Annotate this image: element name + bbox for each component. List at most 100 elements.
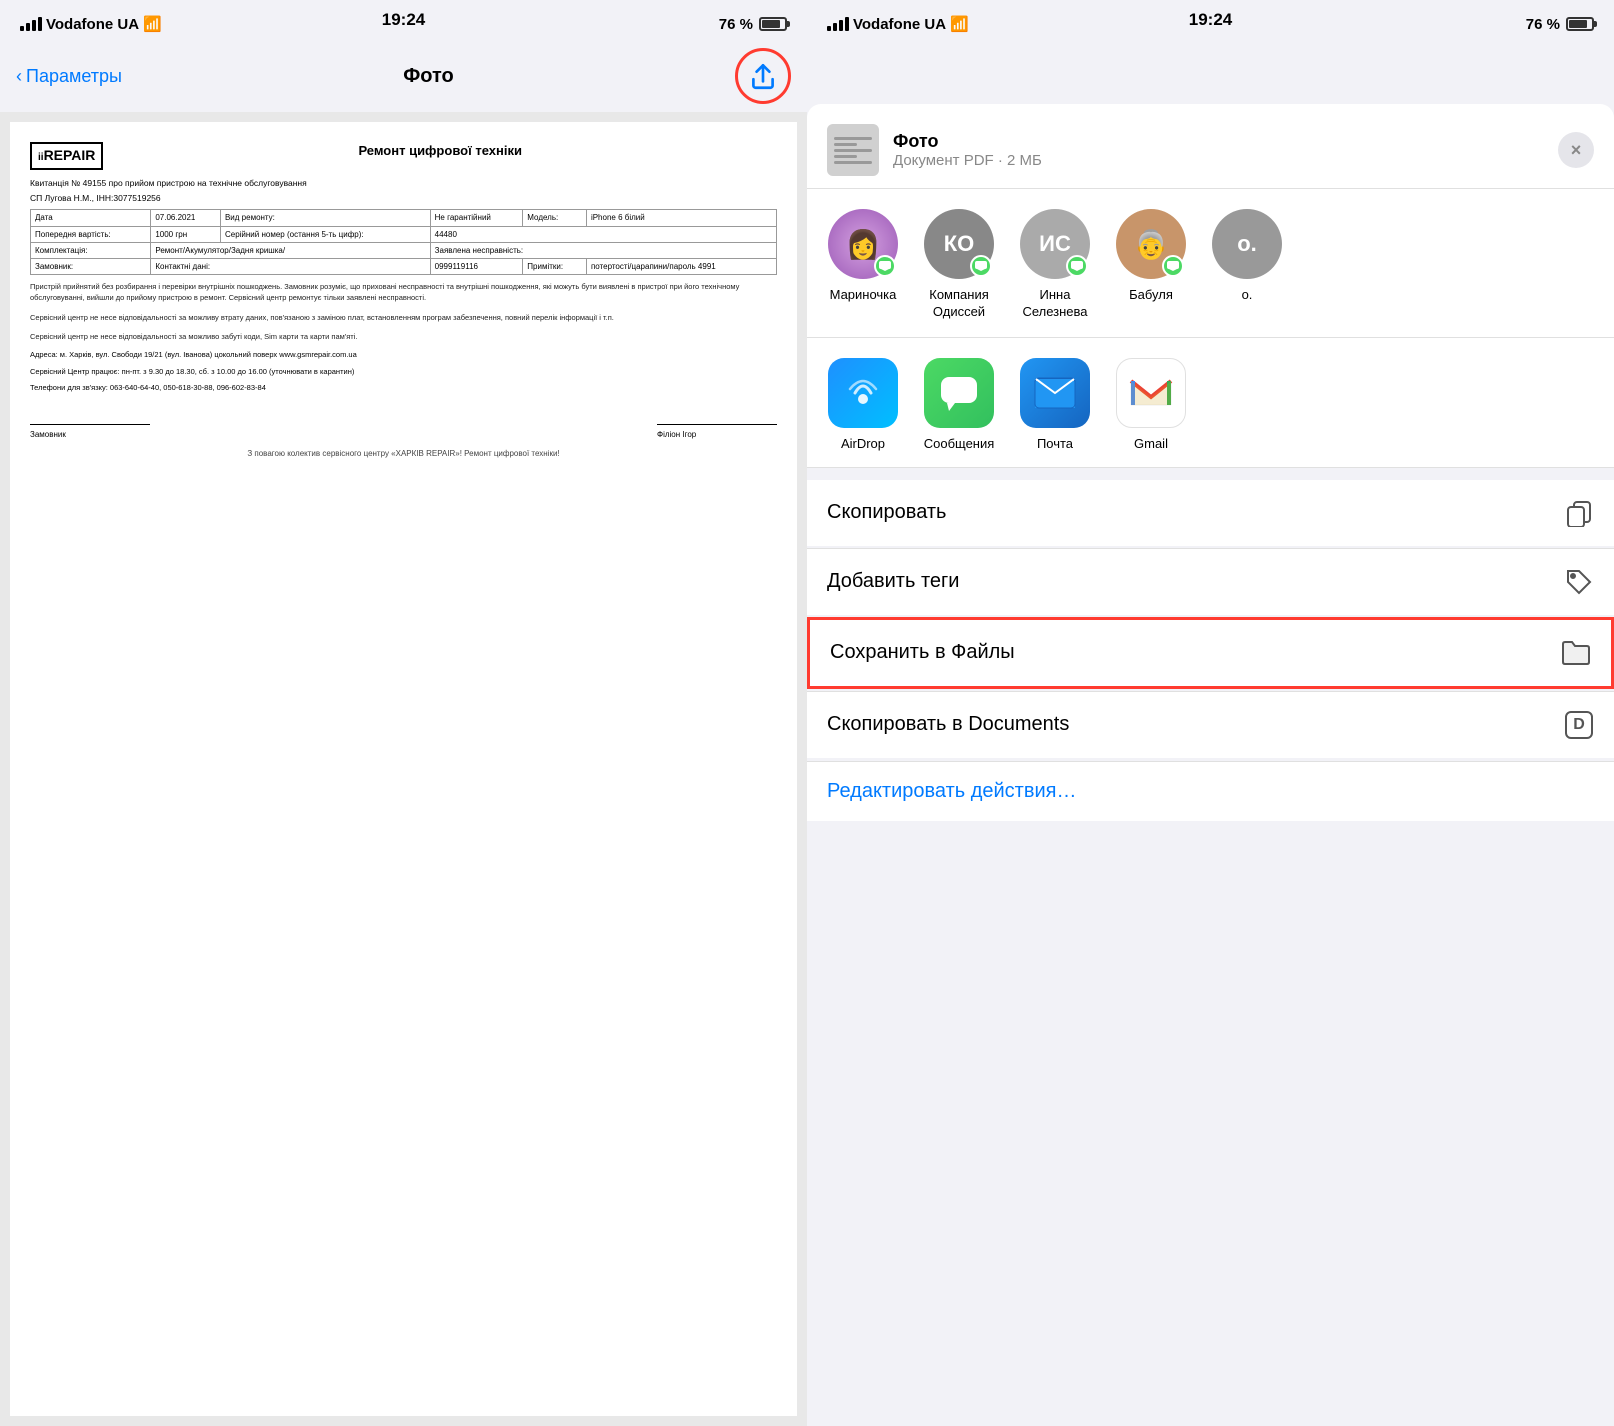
- doc-header: iiREPAIR Ремонт цифрової техніки: [30, 142, 777, 170]
- tag-svg: [1565, 568, 1593, 596]
- share-sheet-header: Фото Документ PDF · 2 МБ ×: [807, 104, 1614, 189]
- documents-d-icon: D: [1565, 711, 1593, 739]
- signal-icon-right: [827, 17, 849, 31]
- avatar-marinocha: 👩: [828, 209, 898, 279]
- carrier-name-left: Vodafone UA: [46, 16, 139, 33]
- signature-left: Замовник: [30, 424, 150, 440]
- contact-badge-marinocha: [874, 255, 896, 277]
- doc-inn: СП Лугова Н.М., ІНН:3077519256: [30, 193, 777, 205]
- thumbnail-lines: [834, 137, 872, 164]
- contacts-value: 0999119116: [430, 258, 523, 274]
- complect-label: Комплектація:: [31, 242, 151, 258]
- contact-name-inna: Инна Селезнева: [1015, 287, 1095, 321]
- app-gmail[interactable]: Gmail: [1111, 358, 1191, 451]
- copy-icon: [1564, 498, 1594, 528]
- share-icon: [747, 60, 779, 92]
- wifi-icon-left: 📶: [143, 15, 162, 33]
- share-sheet-info: Фото Документ PDF · 2 МБ: [893, 131, 1558, 169]
- page-title-left: Фото: [403, 65, 454, 88]
- document-content: iiREPAIR Ремонт цифрової техніки Квитанц…: [10, 122, 797, 1416]
- doc-body-text2: Сервісний центр не несе відповідальності…: [30, 312, 777, 323]
- doc-info-table: Дата 07.06.2021 Вид ремонту: Не гарантій…: [30, 209, 777, 275]
- action-list: Скопировать Добавить теги: [807, 468, 1614, 1426]
- contact-kompania[interactable]: КО Компания Одиссей: [919, 209, 999, 321]
- doc-phones: Телефони для зв'язку: 063-640-64-40, 050…: [30, 383, 777, 394]
- carrier-right: Vodafone UA 📶: [827, 15, 969, 33]
- avatar-initials-kompania: КО: [944, 231, 975, 257]
- avatar-inna: ИС: [1020, 209, 1090, 279]
- avatar-babula: 👵: [1116, 209, 1186, 279]
- edit-actions-link[interactable]: Редактировать действия…: [807, 761, 1614, 821]
- share-filename: Фото: [893, 131, 1558, 152]
- back-label: Параметры: [26, 66, 122, 87]
- action-copy-label: Скопировать: [827, 501, 946, 524]
- airdrop-svg: [841, 371, 885, 415]
- doc-logo-small: ii: [38, 152, 44, 163]
- back-button[interactable]: ‹ Параметры: [16, 66, 122, 87]
- action-tags[interactable]: Добавить теги: [807, 548, 1614, 615]
- contact-name-kompania: Компания Одиссей: [919, 287, 999, 321]
- action-copy[interactable]: Скопировать: [807, 480, 1614, 546]
- action-copy-documents[interactable]: Скопировать в Documents D: [807, 691, 1614, 758]
- thumb-line-5: [834, 161, 872, 164]
- background-strip: [807, 44, 1614, 104]
- signature-right: Філіон Ігор: [657, 424, 777, 440]
- prev-cost-value: 1000 грн: [151, 226, 221, 242]
- status-bar-left: Vodafone UA 📶 19:24 76 %: [0, 0, 807, 44]
- app-messages[interactable]: Сообщения: [919, 358, 999, 451]
- contacts-label: Контактні дані:: [151, 258, 430, 274]
- app-name-airdrop: AirDrop: [841, 436, 885, 451]
- carrier-name-right: Vodafone UA: [853, 16, 946, 33]
- contact-babula[interactable]: 👵 Бабуля: [1111, 209, 1191, 321]
- time-right: 19:24: [1189, 10, 1232, 30]
- share-button[interactable]: [735, 48, 791, 104]
- share-thumbnail: [827, 124, 879, 176]
- document-view: iiREPAIR Ремонт цифрової техніки Квитанц…: [0, 112, 807, 1426]
- action-save-files-label: Сохранить в Файлы: [830, 641, 1015, 664]
- doc-bottom-text: З повагою колектив сервісного центру «ХА…: [30, 448, 777, 459]
- contact-marinocha[interactable]: 👩 Мариночка: [823, 209, 903, 321]
- declared-fault-label: Заявлена несправність:: [430, 242, 776, 258]
- chevron-left-icon: ‹: [16, 66, 22, 87]
- owner-label: Замовник:: [31, 258, 151, 274]
- battery-area-left: 76 %: [719, 16, 787, 33]
- serial-label: Серійний номер (остання 5-ть цифр):: [220, 226, 430, 242]
- doc-main-title-area: Ремонт цифрової техніки: [103, 142, 777, 166]
- thumb-line-4: [834, 155, 857, 158]
- doc-body-text3: Сервісний центр не несе відповідальності…: [30, 331, 777, 342]
- time-left: 19:24: [382, 10, 425, 30]
- battery-fill-right: [1569, 20, 1587, 28]
- signal-icon: [20, 17, 42, 31]
- notes-value: потертості/царапини/пароль 4991: [586, 258, 776, 274]
- wifi-icon-right: 📶: [950, 15, 969, 33]
- messages-svg: [939, 375, 979, 411]
- app-airdrop[interactable]: AirDrop: [823, 358, 903, 451]
- thumb-line-2: [834, 143, 857, 146]
- action-save-files[interactable]: Сохранить в Файлы: [807, 617, 1614, 689]
- close-button[interactable]: ×: [1558, 132, 1594, 168]
- carrier-left: Vodafone UA 📶: [20, 15, 162, 33]
- contact-more[interactable]: о. о.: [1207, 209, 1287, 321]
- nav-bar-left: ‹ Параметры Фото: [0, 44, 807, 112]
- message-badge-icon-3: [1071, 261, 1083, 271]
- notes-label: Примітки:: [523, 258, 587, 274]
- left-panel: Vodafone UA 📶 19:24 76 % ‹ Параметры Фот…: [0, 0, 807, 1426]
- serial-value: 44480: [430, 226, 776, 242]
- model-value: iPhone 6 білий: [586, 210, 776, 226]
- message-badge-icon: [879, 261, 891, 271]
- app-name-messages: Сообщения: [924, 436, 995, 451]
- gmail-icon: [1116, 358, 1186, 428]
- battery-icon-right: [1566, 17, 1594, 31]
- doc-logo-area: iiREPAIR: [30, 142, 103, 170]
- contact-inna[interactable]: ИС Инна Селезнева: [1015, 209, 1095, 321]
- avatar-initials-inna: ИС: [1039, 231, 1071, 257]
- share-meta: Документ PDF · 2 МБ: [893, 152, 1558, 169]
- repair-type-value: Не гарантійний: [430, 210, 523, 226]
- doc-logo: iiREPAIR: [30, 142, 103, 170]
- documents-icon: D: [1564, 710, 1594, 740]
- battery-pct-right: 76 %: [1526, 16, 1560, 33]
- app-mail[interactable]: Почта: [1015, 358, 1095, 451]
- doc-main-title: Ремонт цифрової техніки: [103, 142, 777, 160]
- doc-subtitle: Квитанція № 49155 про прийом пристрою на…: [30, 178, 777, 190]
- folder-icon: [1561, 638, 1591, 668]
